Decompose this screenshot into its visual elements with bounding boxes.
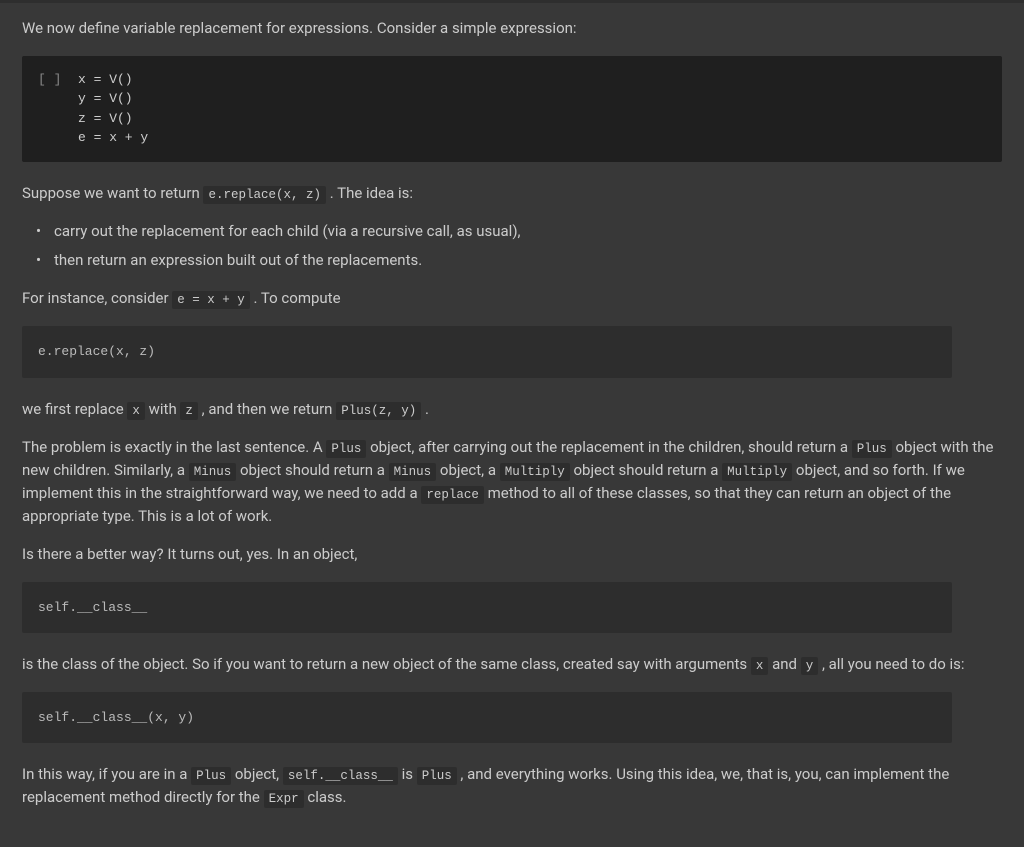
- text-span: . The idea is:: [326, 184, 413, 202]
- inline-code: Plus: [326, 440, 366, 458]
- code-cell-input[interactable]: [ ] x = V() y = V() z = V() e = x + y: [22, 56, 1002, 162]
- text-span: with: [145, 400, 181, 418]
- list-item: then return an expression built out of t…: [54, 249, 1002, 272]
- text-span: , all you need to do is:: [818, 655, 964, 673]
- list-item: carry out the replacement for each child…: [54, 220, 1002, 243]
- code-block: self.__class__: [22, 582, 952, 634]
- code-content[interactable]: x = V() y = V() z = V() e = x + y: [78, 70, 148, 148]
- inline-code: Plus: [417, 767, 457, 785]
- inline-code: Multiply: [500, 463, 570, 481]
- text-span: object should return a: [236, 461, 388, 479]
- inline-code: Plus: [191, 767, 231, 785]
- code-block: e.replace(x, z): [22, 326, 952, 378]
- inline-code: Multiply: [722, 463, 792, 481]
- inline-code: Plus: [852, 440, 892, 458]
- bullet-list: carry out the replacement for each child…: [22, 220, 1002, 271]
- text-span: and: [768, 655, 800, 673]
- text-span: object should return a: [570, 461, 722, 479]
- paragraph-better-way: Is there a better way? It turns out, yes…: [22, 543, 1002, 566]
- paragraph-instance: For instance, consider e = x + y . To co…: [22, 287, 1002, 310]
- text-span: . To compute: [250, 289, 341, 307]
- paragraph-final: In this way, if you are in a Plus object…: [22, 763, 1002, 809]
- inline-code: self.__class__: [283, 767, 398, 785]
- intro-paragraph: We now define variable replacement for e…: [22, 17, 1002, 40]
- cell-prompt: [ ]: [38, 70, 66, 148]
- inline-code: replace: [421, 486, 484, 504]
- paragraph-class-of-object: is the class of the object. So if you wa…: [22, 653, 1002, 676]
- text-span: we first replace: [22, 400, 127, 418]
- text-span: The problem is exactly in the last sente…: [22, 438, 326, 456]
- paragraph-first-replace: we first replace x with z , and then we …: [22, 398, 1002, 421]
- inline-code: e.replace(x, z): [203, 186, 326, 204]
- code-block: self.__class__(x, y): [22, 692, 952, 744]
- paragraph-problem: The problem is exactly in the last sente…: [22, 436, 1002, 527]
- text-span: , and then we return: [198, 400, 336, 418]
- inline-code: y: [801, 657, 819, 675]
- inline-code: x: [751, 657, 769, 675]
- text-span: class.: [304, 788, 347, 806]
- inline-code: Plus(z, y): [336, 402, 421, 420]
- text-span: object,: [231, 765, 283, 783]
- inline-code: e = x + y: [172, 291, 250, 309]
- text-span: object, a: [436, 461, 500, 479]
- notebook-content: We now define variable replacement for e…: [0, 3, 1024, 847]
- text-span: Suppose we want to return: [22, 184, 203, 202]
- inline-code: Minus: [389, 463, 437, 481]
- text-span: For instance, consider: [22, 289, 172, 307]
- inline-code: Expr: [264, 790, 304, 808]
- text-span: .: [421, 400, 429, 418]
- text-span: is: [398, 765, 417, 783]
- inline-code: Minus: [189, 463, 237, 481]
- text-span: is the class of the object. So if you wa…: [22, 655, 751, 673]
- inline-code: x: [127, 402, 145, 420]
- paragraph-suppose: Suppose we want to return e.replace(x, z…: [22, 182, 1002, 205]
- inline-code: z: [180, 402, 198, 420]
- text-span: object, after carrying out the replaceme…: [366, 438, 851, 456]
- text-span: In this way, if you are in a: [22, 765, 191, 783]
